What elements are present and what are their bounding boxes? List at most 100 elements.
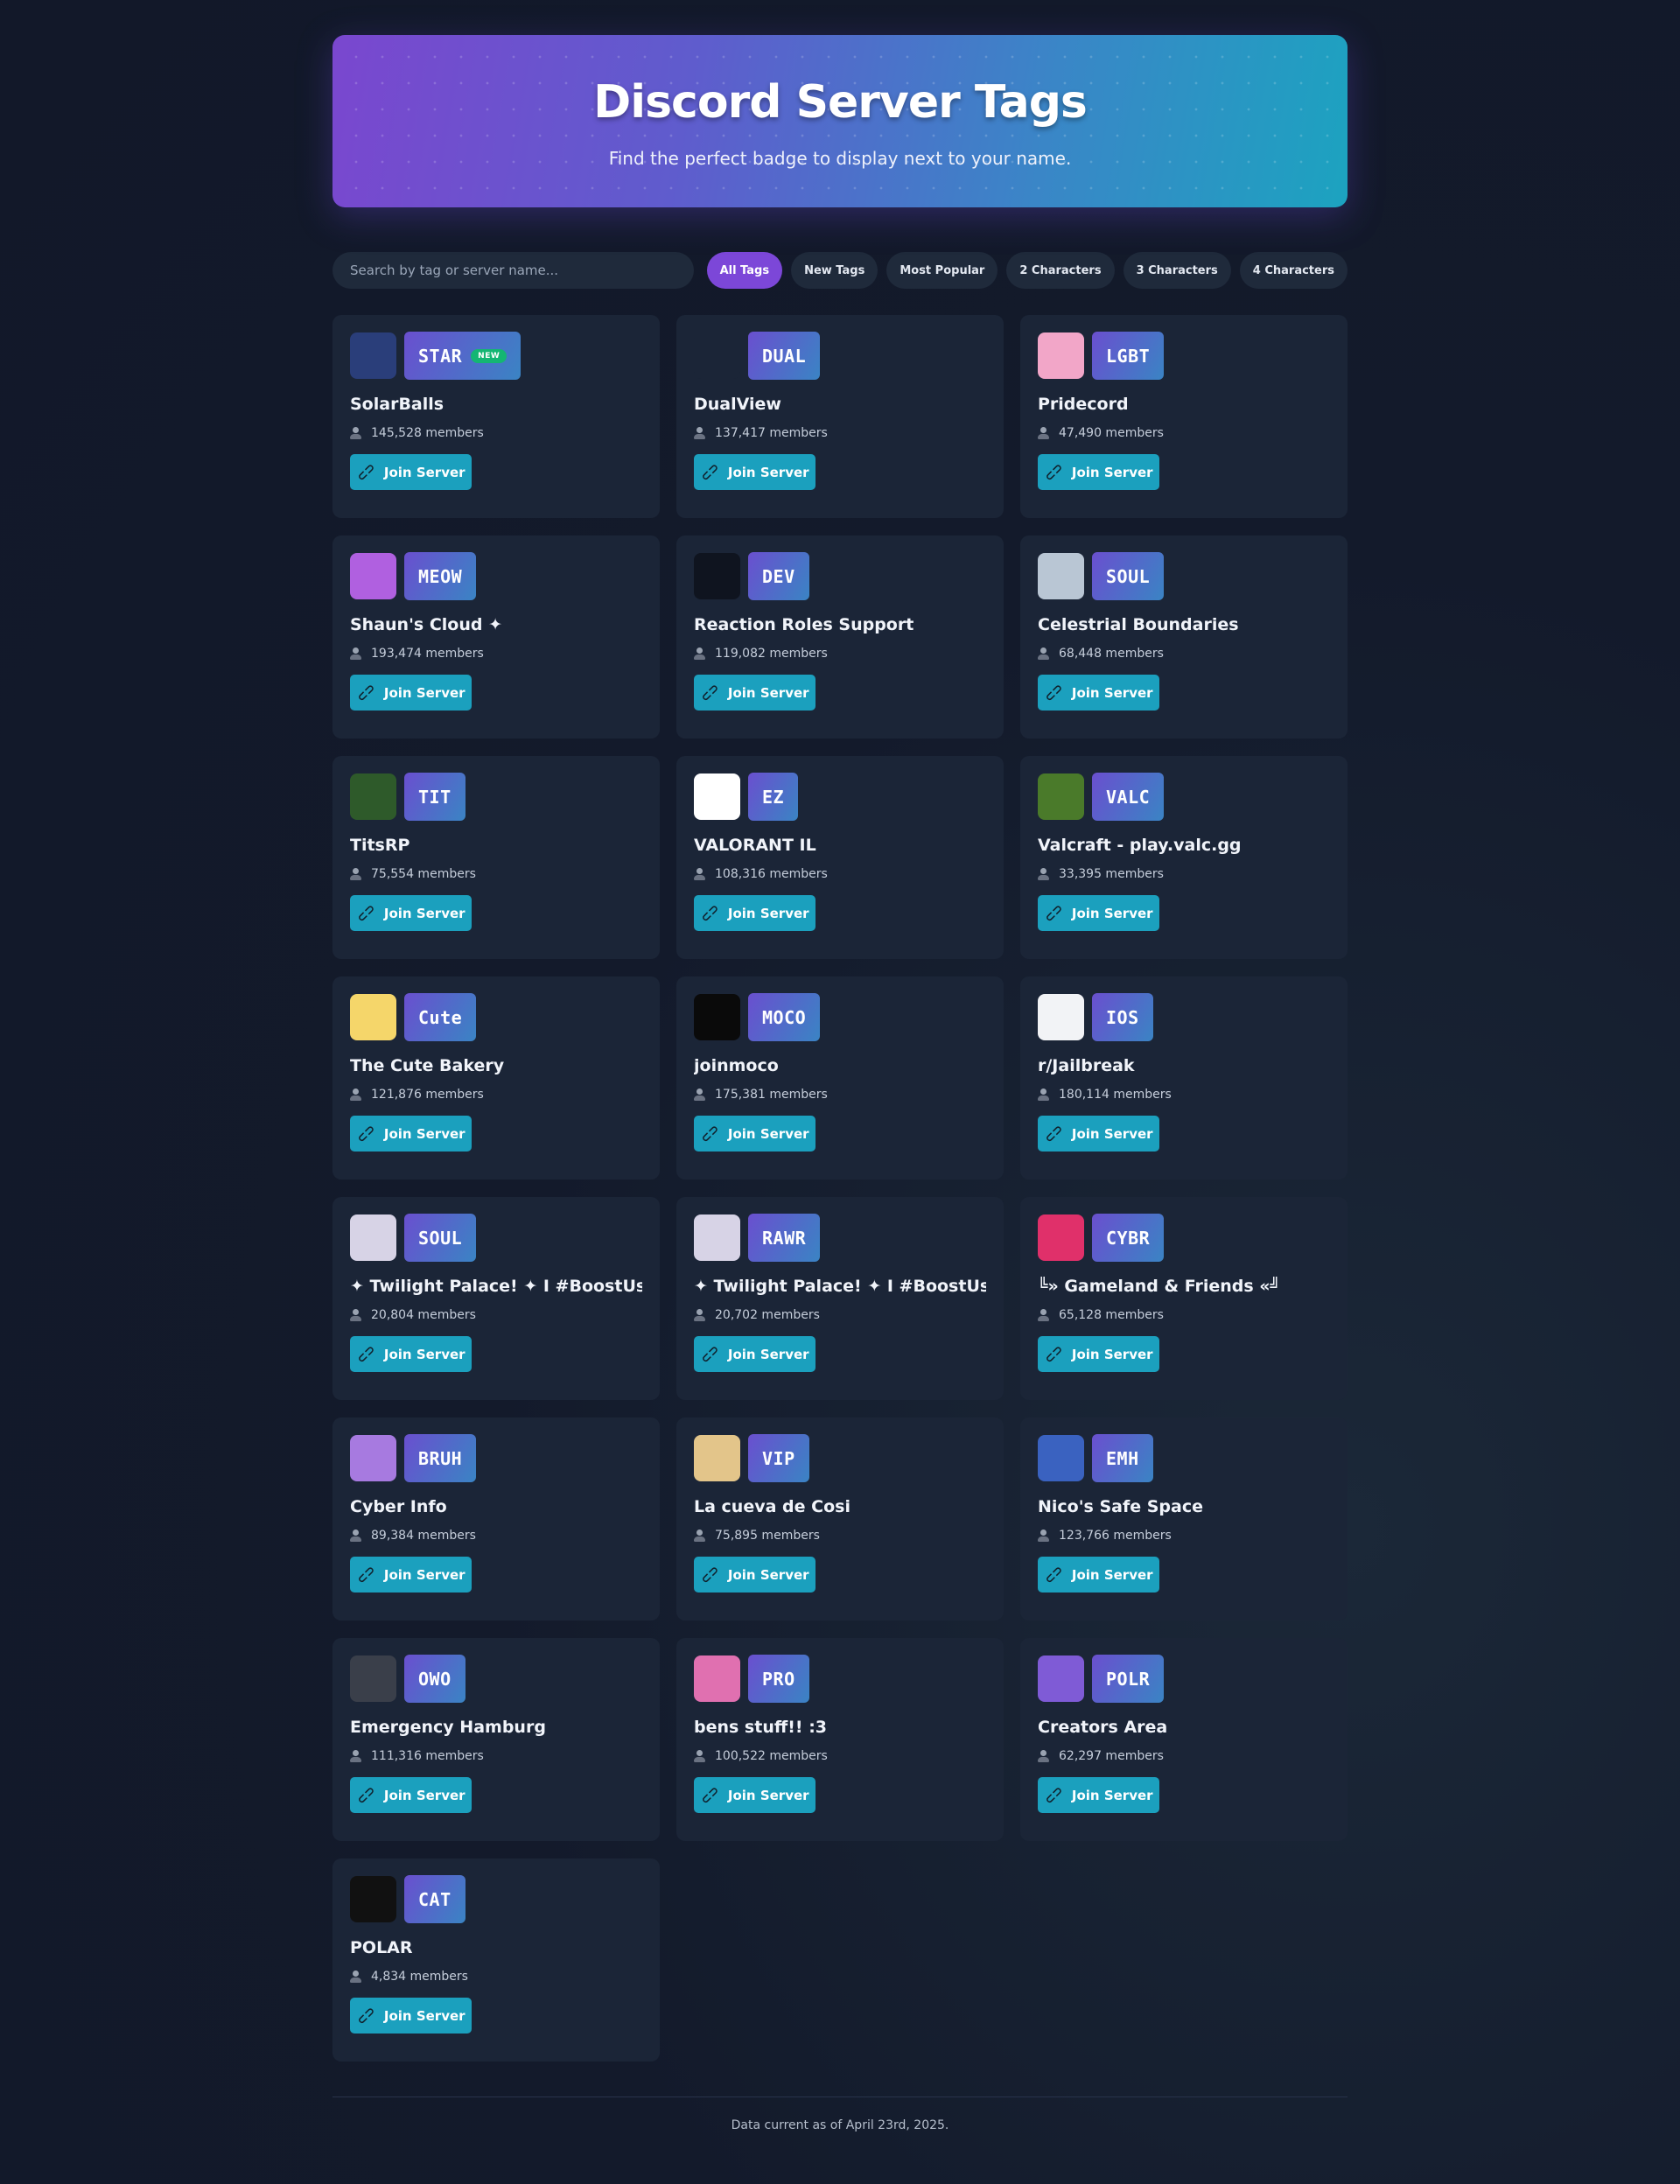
server-tag-label: RAWR bbox=[762, 1227, 807, 1249]
frog-icon bbox=[350, 774, 396, 820]
join-server-button[interactable]: ⊂⊃ Join Server bbox=[1038, 1777, 1159, 1813]
user-icon bbox=[694, 1530, 706, 1542]
server-card: OWO Emergency Hamburg 111,316 members ⊂⊃ Joi… bbox=[332, 1638, 660, 1841]
join-server-button[interactable]: ⊂⊃ Join Server bbox=[1038, 1116, 1159, 1152]
join-server-button[interactable]: ⊂⊃ Join Server bbox=[694, 1777, 816, 1813]
join-label: Join Server bbox=[1071, 684, 1153, 701]
join-server-button[interactable]: ⊂⊃ Join Server bbox=[350, 454, 472, 490]
join-server-button[interactable]: ⊂⊃ Join Server bbox=[694, 1557, 816, 1592]
member-count: 20,702 members bbox=[694, 1308, 986, 1322]
join-server-button[interactable]: ⊂⊃ Join Server bbox=[350, 1557, 472, 1592]
filter-chip-all-tags[interactable]: All Tags bbox=[706, 252, 783, 289]
member-count: 75,554 members bbox=[350, 867, 642, 881]
filter-chip-3-characters[interactable]: 3 Characters bbox=[1123, 252, 1231, 289]
join-server-button[interactable]: ⊂⊃ Join Server bbox=[350, 1116, 472, 1152]
server-card: CYBR ╚» Gameland & Friends «╝ 65,128 membe… bbox=[1020, 1197, 1348, 1400]
search-input[interactable] bbox=[332, 252, 694, 289]
card-header: OWO bbox=[350, 1655, 642, 1703]
server-name: The Cute Bakery bbox=[350, 1056, 505, 1075]
member-count: 20,804 members bbox=[350, 1308, 642, 1322]
card-header: VALC bbox=[1038, 773, 1330, 821]
server-card: IOS r/Jailbreak 180,114 members ⊂⊃ Join Serv… bbox=[1020, 976, 1348, 1180]
server-card: PRO bens stuff!! :3 100,522 members ⊂⊃ Join … bbox=[676, 1638, 1004, 1841]
member-count: 47,490 members bbox=[1038, 426, 1330, 440]
member-count-text: 121,876 members bbox=[371, 1088, 484, 1102]
join-server-button[interactable]: ⊂⊃ Join Server bbox=[350, 1777, 472, 1813]
server-name: Reaction Roles Support bbox=[694, 615, 914, 634]
filter-chip-most-popular[interactable]: Most Popular bbox=[886, 252, 998, 289]
server-tag: VIP bbox=[748, 1434, 809, 1482]
server-name: Pridecord bbox=[1038, 395, 1129, 414]
server-tag: POLR bbox=[1092, 1655, 1165, 1703]
server-name: Emergency Hamburg bbox=[350, 1718, 546, 1737]
server-card: SOUL Celestrial Boundaries 68,448 members ⊂… bbox=[1020, 536, 1348, 738]
join-server-button[interactable]: ⊂⊃ Join Server bbox=[694, 895, 816, 931]
join-label: Join Server bbox=[1071, 905, 1153, 921]
user-icon bbox=[1038, 1750, 1050, 1762]
member-count: 193,474 members bbox=[350, 647, 642, 661]
card-header: RAWR bbox=[694, 1214, 986, 1262]
filter-chip-new-tags[interactable]: New Tags bbox=[791, 252, 878, 289]
member-count-text: 108,316 members bbox=[715, 867, 828, 881]
header-banner: Discord Server Tags Find the perfect bad… bbox=[332, 35, 1348, 207]
join-server-button[interactable]: ⊂⊃ Join Server bbox=[694, 1116, 816, 1152]
pink-cat-icon bbox=[350, 553, 396, 599]
filter-chip-2-characters[interactable]: 2 Characters bbox=[1006, 252, 1115, 289]
join-label: Join Server bbox=[727, 684, 809, 701]
lock-icon bbox=[1038, 994, 1084, 1040]
card-header: EMH bbox=[1038, 1434, 1330, 1482]
server-name: joinmoco bbox=[694, 1056, 779, 1075]
server-name: POLAR bbox=[350, 1938, 413, 1957]
join-label: Join Server bbox=[383, 1566, 466, 1583]
link-icon: ⊂⊃ bbox=[698, 1341, 724, 1367]
user-icon bbox=[350, 1750, 362, 1762]
member-count-text: 123,766 members bbox=[1059, 1529, 1172, 1543]
join-server-button[interactable]: ⊂⊃ Join Server bbox=[1038, 895, 1159, 931]
user-icon bbox=[1038, 868, 1050, 880]
join-server-button[interactable]: ⊂⊃ Join Server bbox=[1038, 1557, 1159, 1592]
link-icon: ⊂⊃ bbox=[1042, 1341, 1068, 1367]
join-server-button[interactable]: ⊂⊃ Join Server bbox=[1038, 675, 1159, 710]
join-label: Join Server bbox=[383, 1787, 466, 1803]
server-name: Shaun's Cloud ✦ bbox=[350, 615, 502, 634]
server-tag-label: POLR bbox=[1106, 1668, 1151, 1690]
join-server-button[interactable]: ⊂⊃ Join Server bbox=[350, 1998, 472, 2034]
member-count-text: 75,554 members bbox=[371, 867, 476, 881]
join-server-button[interactable]: ⊂⊃ Join Server bbox=[1038, 454, 1159, 490]
gameland-icon bbox=[1038, 1214, 1084, 1261]
server-card: Cute The Cute Bakery 121,876 members ⊂⊃ Join… bbox=[332, 976, 660, 1180]
server-card: LGBT Pridecord 47,490 members ⊂⊃ Join Server bbox=[1020, 315, 1348, 518]
server-tag-label: EMH bbox=[1106, 1447, 1139, 1469]
server-card: RAWR ✦ Twilight Palace! ✦ I #BoostUs 20,70… bbox=[676, 1197, 1004, 1400]
join-label: Join Server bbox=[727, 464, 809, 480]
rainbow-fox-icon bbox=[694, 1656, 740, 1702]
join-label: Join Server bbox=[383, 2007, 466, 2024]
member-count: 180,114 members bbox=[1038, 1088, 1330, 1102]
join-server-button[interactable]: ⊂⊃ Join Server bbox=[350, 895, 472, 931]
card-header: SOUL bbox=[350, 1214, 642, 1262]
join-server-button[interactable]: ⊂⊃ Join Server bbox=[694, 1336, 816, 1372]
join-server-button[interactable]: ⊂⊃ Join Server bbox=[694, 675, 816, 710]
join-server-button[interactable]: ⊂⊃ Join Server bbox=[1038, 1336, 1159, 1372]
join-label: Join Server bbox=[727, 1125, 809, 1142]
page-container: Discord Server Tags Find the perfect bad… bbox=[332, 35, 1348, 2132]
member-count-text: 119,082 members bbox=[715, 647, 828, 661]
server-tag-label: DUAL bbox=[762, 345, 807, 367]
server-name: Valcraft - play.valc.gg bbox=[1038, 836, 1242, 855]
server-name: TitsRP bbox=[350, 836, 410, 855]
filter-chip-4-characters[interactable]: 4 Characters bbox=[1239, 252, 1348, 289]
card-header: DUAL bbox=[694, 332, 986, 380]
join-server-button[interactable]: ⊂⊃ Join Server bbox=[350, 1336, 472, 1372]
server-tag: STAR NEW bbox=[404, 332, 522, 380]
member-count-text: 180,114 members bbox=[1059, 1088, 1172, 1102]
member-count-text: 175,381 members bbox=[715, 1088, 828, 1102]
eh-logo-icon bbox=[350, 1656, 396, 1702]
server-tag: DUAL bbox=[748, 332, 821, 380]
join-server-button[interactable]: ⊂⊃ Join Server bbox=[694, 454, 816, 490]
server-tag-label: EZ bbox=[762, 786, 785, 808]
headset-icon bbox=[694, 332, 740, 379]
card-header: MEOW bbox=[350, 552, 642, 600]
member-count: 108,316 members bbox=[694, 867, 986, 881]
member-count-text: 145,528 members bbox=[371, 426, 484, 440]
join-server-button[interactable]: ⊂⊃ Join Server bbox=[350, 675, 472, 710]
